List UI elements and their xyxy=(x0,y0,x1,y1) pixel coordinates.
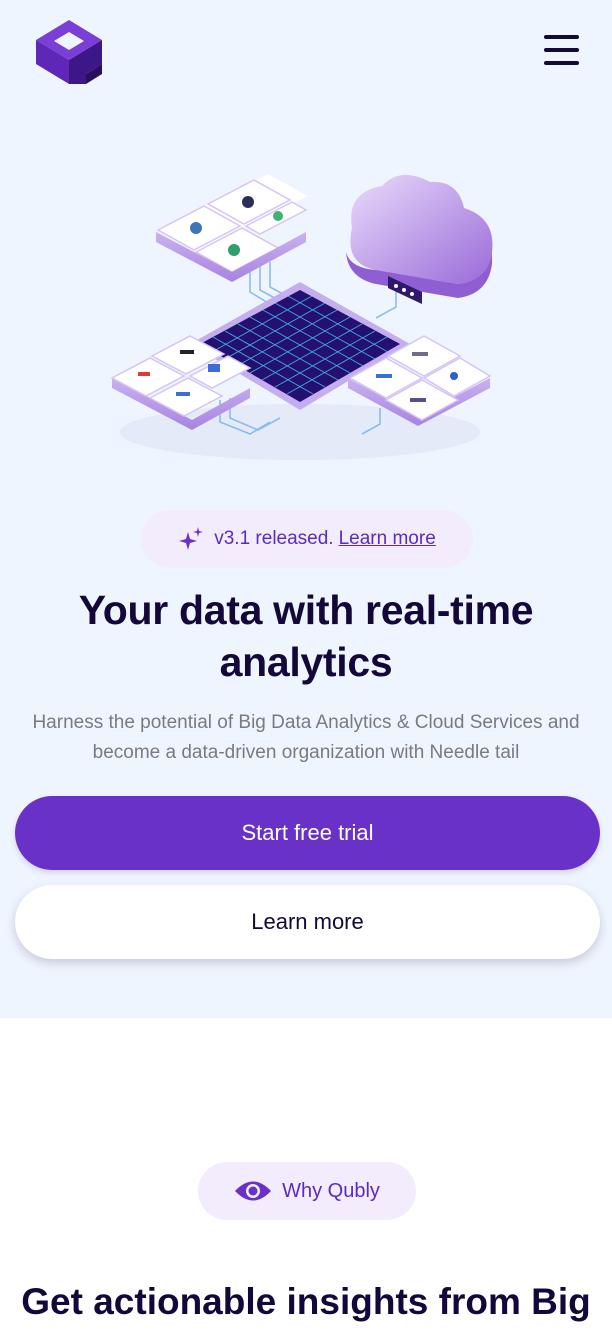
qubly-logo-icon[interactable] xyxy=(34,16,106,86)
hero-subtitle: Harness the potential of Big Data Analyt… xyxy=(32,712,580,763)
eye-icon xyxy=(234,1178,272,1204)
hamburger-menu-icon[interactable] xyxy=(541,32,583,68)
release-text: v3.1 released. xyxy=(214,528,334,549)
release-learn-more-link[interactable]: Learn more xyxy=(339,528,436,549)
learn-more-button[interactable]: Learn more xyxy=(15,885,600,959)
why-qubly-label: Why Qubly xyxy=(282,1179,380,1202)
hero-section: v3.1 released. Learn more Your data with … xyxy=(0,0,612,1018)
why-qubly-badge: Why Qubly xyxy=(198,1162,416,1220)
hero-title: Your data with real-time analytics xyxy=(78,587,534,685)
start-free-trial-button[interactable]: Start free trial xyxy=(15,796,600,870)
sparkles-icon xyxy=(178,526,204,552)
data-analytics-illustration xyxy=(100,172,500,472)
release-announcement-pill: v3.1 released. Learn more xyxy=(141,510,473,568)
section-title: Get actionable insights from Big xyxy=(21,1281,591,1322)
